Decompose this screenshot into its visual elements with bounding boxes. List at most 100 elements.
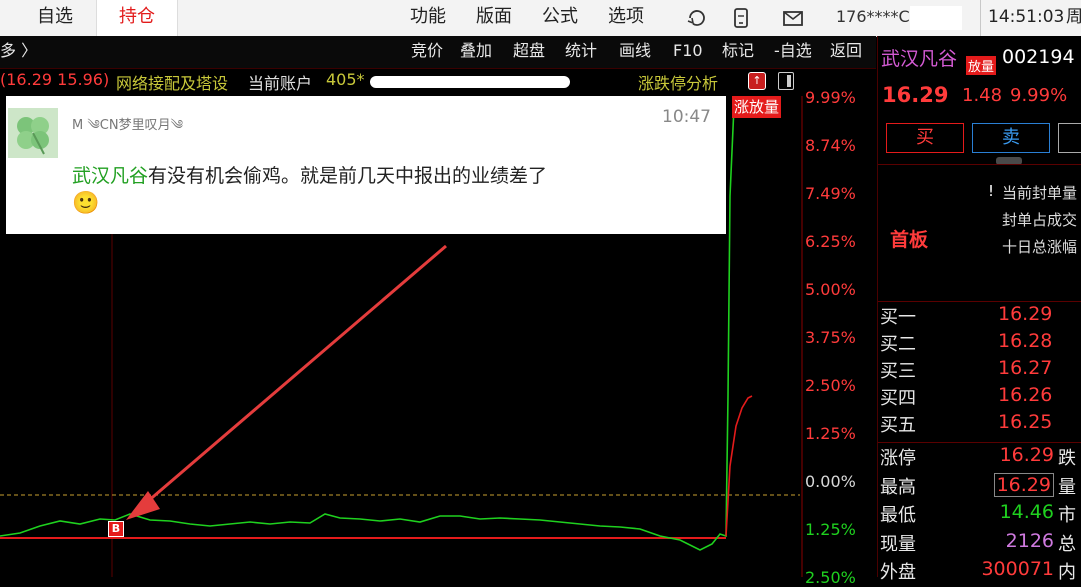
stat-next-label: 量 — [1058, 476, 1076, 498]
avatar — [8, 108, 58, 158]
y-tick-label: 7.49% — [805, 184, 856, 203]
buy-marker[interactable]: B — [108, 521, 124, 537]
stat-label: 最低 — [880, 505, 916, 526]
menu-options[interactable]: 选项 — [608, 0, 644, 36]
surge-label: 涨放量 — [732, 96, 782, 118]
toolbar-draw[interactable]: 画线 — [619, 36, 651, 66]
chat-message-text: 有没有机会偷鸡。就是前几天中报出的业绩差了 — [148, 165, 548, 187]
clover-icon — [17, 117, 49, 155]
bid-label: 买五 — [880, 415, 916, 436]
divider — [878, 442, 1081, 443]
info-icon: ! — [988, 182, 995, 200]
seal-info-2: 十日总涨幅 — [1002, 238, 1078, 256]
bid-label: 买四 — [880, 388, 916, 409]
bid-price: 16.25 — [998, 411, 1053, 433]
board-label: 首板 — [890, 229, 929, 251]
toolbar-super[interactable]: 超盘 — [513, 36, 545, 66]
stock-code: 002194 — [1002, 46, 1075, 68]
y-tick-label: 1.25% — [805, 424, 856, 443]
account-phone: 176****C — [836, 7, 910, 26]
y-tick-label: 0.00% — [805, 472, 856, 491]
toolbar-mark[interactable]: 标记 — [722, 36, 754, 66]
price-change: 1.48 — [962, 85, 1003, 106]
bid-label: 买一 — [880, 307, 916, 328]
expand-icon[interactable]: ↑ — [748, 72, 766, 90]
top-bar: 自选 持仓 功能 版面 公式 选项 176****C 14:51:03 周 — [0, 0, 1081, 37]
stat-value: 14.46 — [999, 501, 1054, 523]
clock-time: 14:51:03 — [988, 7, 1065, 27]
chat-username: M ༄CN梦里叹月༄ — [72, 118, 183, 133]
concept-label[interactable]: 网络接配及塔设 — [116, 70, 228, 94]
divider — [980, 0, 981, 36]
quote-panel: 武汉凡谷 放量 002194 16.29 1.48 9.99% 买 卖 首板 !… — [877, 36, 1081, 583]
divider — [878, 164, 1081, 165]
price-range: (16.29 15.96) — [0, 70, 110, 89]
panel-toggle-icon[interactable] — [778, 72, 794, 90]
mail-icon[interactable] — [782, 7, 804, 29]
menu-function[interactable]: 功能 — [410, 0, 446, 36]
account-number: 405* — [326, 70, 365, 89]
divider — [878, 301, 1081, 302]
menu-formula[interactable]: 公式 — [542, 0, 578, 36]
chart-toolbar: 多 〉 竞价 叠加 超盘 统计 画线 F10 标记 -自选 返回 — [0, 36, 876, 69]
bid-price: 16.26 — [998, 384, 1053, 406]
info-line: (16.29 15.96) 网络接配及塔设 当前账户 405* 涨跌停分析 ↑ — [0, 68, 800, 96]
redaction-mask — [370, 76, 570, 88]
stat-label: 涨停 — [880, 448, 916, 469]
phone-icon[interactable] — [730, 7, 752, 29]
tab-watchlist[interactable]: 自选 — [0, 0, 110, 36]
redaction-mask — [910, 6, 962, 30]
account-label: 当前账户 — [248, 74, 313, 93]
annotation-arrow-shaft — [139, 244, 447, 510]
chat-time: 10:47 — [662, 107, 711, 127]
bid-price: 16.27 — [998, 357, 1053, 379]
bid-label: 买三 — [880, 361, 916, 382]
y-tick-label: 9.99% — [805, 88, 856, 107]
seal-info-1: 封单占成交 — [1002, 211, 1078, 229]
y-tick-label: 6.25% — [805, 232, 856, 251]
last-price: 16.29 — [882, 83, 949, 107]
stock-name: 武汉凡谷 — [881, 48, 958, 70]
smile-emoji-icon: 🙂 — [72, 191, 100, 216]
toolbar-remove-watch[interactable]: -自选 — [774, 36, 812, 66]
avg-price-line — [725, 395, 753, 537]
y-tick-label: 8.74% — [805, 136, 856, 155]
sell-button[interactable]: 卖 — [972, 123, 1050, 153]
menu-layout[interactable]: 版面 — [476, 0, 512, 36]
chat-popup[interactable]: M ༄CN梦里叹月༄ 10:47 武汉凡谷有没有机会偷鸡。就是前几天中报出的业绩… — [6, 96, 726, 234]
stock-link[interactable]: 武汉凡谷 — [72, 165, 148, 187]
buy-button[interactable]: 买 — [886, 123, 964, 153]
bid-price: 16.29 — [998, 303, 1053, 325]
stat-next-label: 市 — [1058, 505, 1076, 526]
stat-value: 2126 — [1005, 529, 1054, 552]
price-change-pct: 9.99% — [1010, 85, 1068, 106]
refresh-icon[interactable] — [686, 7, 708, 29]
stat-label: 最高 — [880, 476, 916, 498]
stat-next-label: 内 — [1058, 562, 1076, 583]
y-tick-label: 3.75% — [805, 328, 856, 347]
stat-label: 外盘 — [880, 562, 916, 583]
stat-label: 现量 — [880, 533, 916, 555]
seal-info-0: 当前封单量 — [1002, 184, 1078, 202]
more-trade-button[interactable] — [1058, 123, 1081, 153]
bid-price: 16.28 — [998, 330, 1053, 352]
toolbar-stats[interactable]: 统计 — [565, 36, 597, 66]
stat-next-label: 跌 — [1058, 448, 1076, 469]
stat-value: 16.29 — [993, 472, 1054, 497]
bid-label: 买二 — [880, 334, 916, 355]
tab-holdings[interactable]: 持仓 — [96, 0, 178, 36]
more-button[interactable]: 多 〉 — [0, 36, 37, 66]
volume-badge: 放量 — [966, 56, 997, 75]
clock-day: 周 — [1066, 7, 1081, 27]
y-tick-label: 5.00% — [805, 280, 856, 299]
limit-analysis-button[interactable]: 涨跌停分析 — [638, 70, 718, 94]
toolbar-auction[interactable]: 竞价 — [411, 36, 443, 66]
toolbar-back[interactable]: 返回 — [830, 36, 862, 66]
stat-value: 16.29 — [999, 444, 1054, 466]
toolbar-overlay[interactable]: 叠加 — [460, 36, 492, 66]
y-tick-label: 2.50% — [805, 568, 856, 587]
y-tick-label: 1.25% — [805, 520, 856, 539]
stat-next-label: 总 — [1058, 533, 1076, 555]
toolbar-f10[interactable]: F10 — [673, 36, 703, 66]
y-tick-label: 2.50% — [805, 376, 856, 395]
